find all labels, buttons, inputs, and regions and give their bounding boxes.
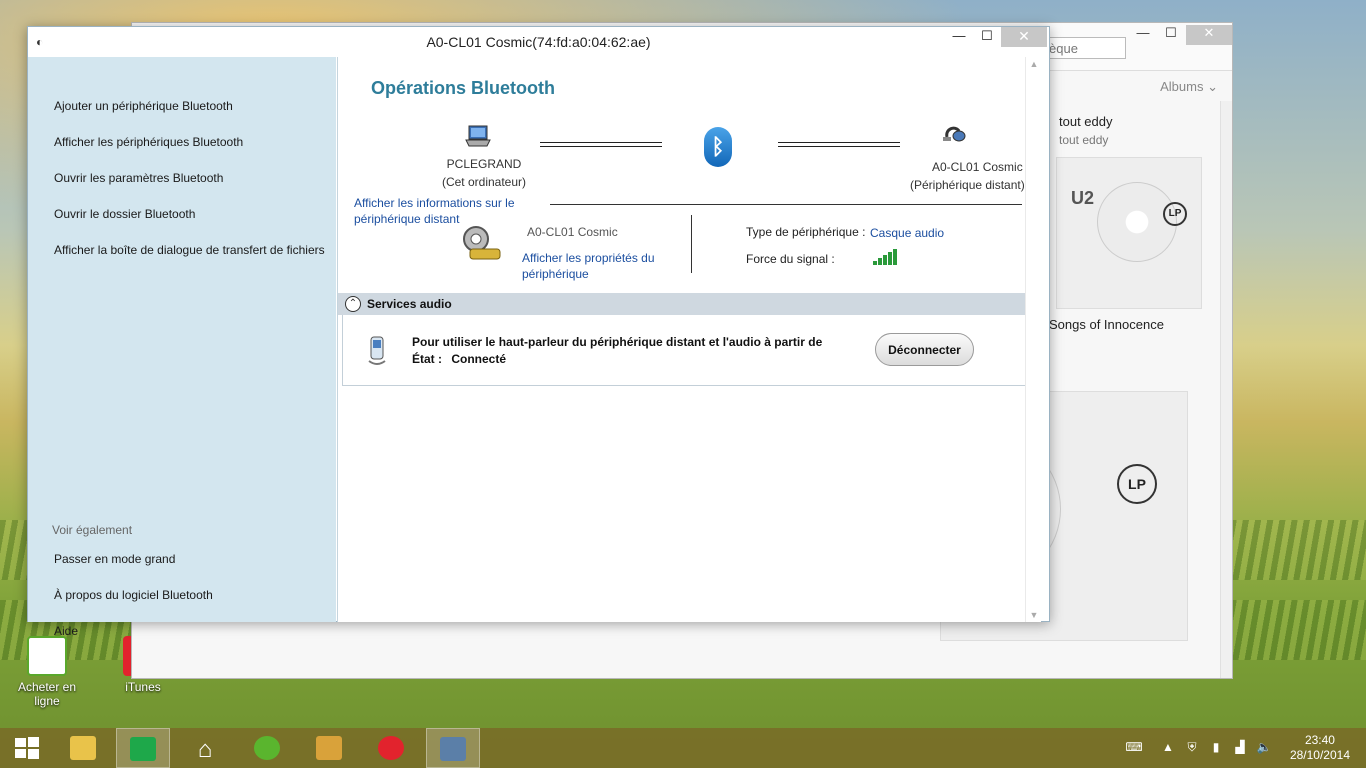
connection-line-right [778,142,900,147]
vinyl-disc [1097,182,1177,262]
collapse-icon[interactable]: ⌃ [345,296,361,312]
services-audio-header[interactable]: ⌃ Services audio [338,293,1028,315]
service-description: Pour utiliser le haut-parleur du périphé… [412,335,823,349]
device-settings-icon [463,226,501,260]
signal-strength-icon [873,247,899,265]
desktop-icon-label: Acheter en ligne [17,680,77,708]
state-value: Connecté [451,352,507,366]
taskbar-spotify[interactable] [240,728,294,768]
signal-bar [878,258,882,265]
local-device-name: PCLEGRAND [446,157,522,171]
laptop-icon [465,125,491,147]
battery-icon[interactable]: ▮ [1208,740,1224,756]
audio-service-panel: Pour utiliser le haut-parleur du périphé… [342,315,1028,386]
clock-date: 28/10/2014 [1289,748,1350,762]
device-properties-link[interactable]: Afficher les propriétés du périphérique [522,250,672,282]
clock-time: 23:40 [1304,733,1335,747]
signal-strength-label: Force du signal : [746,252,835,266]
spotify-icon [254,736,280,760]
taskbar-file-explorer[interactable] [56,728,110,768]
bg-maximize-button[interactable]: ☐ [1156,25,1186,45]
taskbar-store[interactable] [116,728,170,768]
desktop-icon-label: iTunes [125,680,161,694]
content-scrollbar[interactable]: ▲ ▼ [1025,57,1041,622]
album-art-text: U2 [1071,188,1095,208]
taskbar-notes[interactable] [302,728,356,768]
folder-icon [70,736,96,760]
minimize-button[interactable]: — [945,27,973,47]
store-icon [130,737,156,761]
lp-stamp: LP [1163,202,1187,226]
device-type-value[interactable]: Casque audio [870,225,944,241]
local-device-subtitle: (Cet ordinateur) [441,175,527,189]
taskbar-clock[interactable]: 23:40 28/10/2014 [1290,733,1350,763]
notes-icon [316,736,342,760]
remote-info-link[interactable]: Afficher les informations sur le périphé… [354,195,534,227]
home-icon: ⌂ [197,736,213,763]
state-label: État : [412,352,442,366]
scroll-up-icon[interactable]: ▲ [1026,59,1042,69]
signal-bar [883,255,887,265]
headset-icon [440,737,466,761]
maximize-button[interactable]: ☐ [973,27,1001,47]
taskbar-itunes[interactable] [364,728,418,768]
keyboard-icon[interactable]: ⌨ [1120,740,1148,756]
desktop-icon-acheter[interactable]: Acheter en ligne [12,636,82,708]
show-hidden-icons-icon[interactable]: ▲ [1160,740,1176,756]
remote-device-subtitle: (Périphérique distant) [910,178,1025,192]
album-cover-songs-of-innocence[interactable]: U2 LP [1056,157,1202,309]
sidebar-item-add-device[interactable]: Ajouter un périphérique Bluetooth [54,99,233,113]
start-button[interactable] [0,728,54,768]
album-title[interactable]: tout eddy [1059,114,1113,129]
volume-icon[interactable]: 🔈 [1256,740,1272,756]
sidebar-item-show-devices[interactable]: Afficher les périphériques Bluetooth [54,135,243,149]
title-bar[interactable]: ◐ A0-CL01 Cosmic(74:fd:a0:04:62:ae) — ☐ … [28,27,1049,57]
divider [550,204,1022,205]
phone-icon [368,336,386,365]
album-artist: tout eddy [1059,133,1109,147]
bg-search-field[interactable]: èque [1044,37,1126,59]
network-icon[interactable]: ▟ [1232,740,1248,756]
acer-store-icon [27,636,67,676]
signal-bar [893,249,897,265]
album-title[interactable]: Songs of Innocence [1049,317,1164,332]
sidebar-item-open-settings[interactable]: Ouvrir les paramètres Bluetooth [54,171,223,185]
services-audio-heading: Services audio [367,297,452,311]
bg-close-button[interactable]: ✕ [1186,25,1232,45]
window-title: A0-CL01 Cosmic(74:fd:a0:04:62:ae) [426,34,651,50]
page-title: Opérations Bluetooth [371,78,555,98]
task-sidebar: Ajouter un périphérique Bluetooth Affich… [28,57,336,638]
sidebar-item-about[interactable]: À propos du logiciel Bluetooth [54,588,213,602]
vertical-divider [691,215,692,273]
lp-stamp: LP [1117,464,1157,504]
itunes-icon [378,736,404,760]
sidebar-item-file-transfer[interactable]: Afficher la boîte de dialogue de transfe… [54,243,325,257]
taskbar-bluetooth[interactable] [426,728,480,768]
security-icon[interactable]: ⛨ [1184,740,1200,756]
albums-dropdown[interactable]: Albums ⌄ [1160,79,1218,95]
main-content: Opérations Bluetooth PCLEGRAND (Cet ordi… [337,57,1028,622]
sidebar-item-help[interactable]: Aide [54,624,78,638]
device-type-label: Type de périphérique : [746,225,866,239]
service-state: État : Connecté [412,352,506,366]
bg-scrollbar[interactable] [1220,101,1232,678]
taskbar-home[interactable]: ⌂ [178,728,232,768]
scroll-down-icon[interactable]: ▼ [1026,610,1042,620]
taskbar: ⌂ ⌨ ▲ ⛨ ▮ ▟ 🔈 23:40 28/10/2014 [0,728,1366,768]
see-also-heading: Voir également [52,523,133,537]
device-name: A0-CL01 Cosmic [527,225,618,239]
sidebar-item-large-mode[interactable]: Passer en mode grand [54,552,175,566]
windows-logo-icon [15,737,39,759]
remote-device-name: A0-CL01 Cosmic [932,160,1023,174]
signal-bar [888,252,892,265]
signal-bar [873,261,877,265]
connection-line-left [540,142,662,147]
bluetooth-icon: ᛒ [704,127,732,167]
close-button[interactable]: ✕ [1001,27,1047,47]
sidebar-item-open-folder[interactable]: Ouvrir le dossier Bluetooth [54,207,195,221]
bluetooth-window: ◐ A0-CL01 Cosmic(74:fd:a0:04:62:ae) — ☐ … [27,26,1050,638]
bg-minimize-button[interactable]: — [1128,25,1158,45]
headset-icon [943,126,966,142]
disconnect-button[interactable]: Déconnecter [875,333,974,366]
